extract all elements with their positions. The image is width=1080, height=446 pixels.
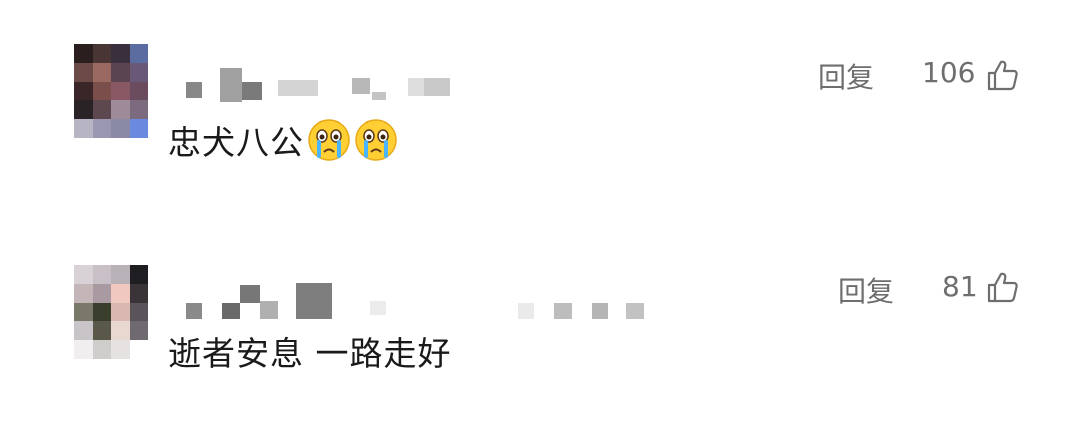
avatar[interactable]	[74, 44, 148, 138]
avatar[interactable]	[74, 265, 148, 359]
like-count: 106	[922, 56, 976, 89]
avatar-pixel	[129, 44, 148, 63]
avatar-pixel	[129, 100, 148, 120]
username-redacted[interactable]	[186, 279, 656, 319]
avatar-pixel	[111, 44, 130, 63]
comment-text: 逝者安息 一路走好	[168, 334, 452, 373]
crying-face-icon	[308, 119, 350, 161]
avatar-pixel	[129, 265, 148, 284]
avatar-pixel	[74, 119, 93, 138]
avatar-pixel	[92, 302, 111, 322]
reply-button[interactable]: 回复	[818, 56, 874, 96]
comment-content: 逝者安息 一路走好	[168, 327, 452, 375]
avatar-pixel	[92, 62, 111, 82]
avatar-pixel	[129, 119, 148, 138]
avatar-pixel	[74, 321, 93, 341]
avatar-pixel	[74, 302, 93, 322]
like-count: 81	[942, 270, 978, 303]
avatar-pixel	[111, 119, 130, 138]
avatar-pixel	[111, 321, 130, 341]
crying-face-icon	[355, 119, 397, 161]
avatar-pixel	[92, 81, 111, 101]
avatar-pixel	[111, 100, 130, 120]
avatar-pixel	[111, 340, 130, 359]
avatar-pixel	[129, 81, 148, 101]
avatar-pixel	[74, 340, 93, 359]
avatar-pixel	[129, 340, 148, 359]
avatar-pixel	[74, 44, 93, 63]
avatar-pixel	[92, 340, 111, 359]
avatar-pixel	[92, 283, 111, 303]
avatar-pixel	[111, 302, 130, 322]
comment-content: 忠犬八公	[168, 116, 398, 164]
avatar-pixel	[129, 321, 148, 341]
thumbs-up-icon[interactable]	[986, 58, 1020, 92]
avatar-pixel	[129, 283, 148, 303]
avatar-pixel	[74, 265, 93, 284]
avatar-pixel	[129, 62, 148, 82]
avatar-pixel	[74, 100, 93, 120]
avatar-pixel	[129, 302, 148, 322]
username-redacted[interactable]	[186, 58, 656, 102]
avatar-pixel	[92, 100, 111, 120]
comment-text: 忠犬八公	[168, 123, 304, 162]
avatar-pixel	[74, 81, 93, 101]
avatar-pixel	[92, 119, 111, 138]
avatar-pixel	[111, 265, 130, 284]
avatar-pixel	[111, 81, 130, 101]
thumbs-up-icon[interactable]	[986, 270, 1020, 304]
avatar-pixel	[74, 283, 93, 303]
avatar-pixel	[92, 265, 111, 284]
avatar-pixel	[111, 283, 130, 303]
reply-button[interactable]: 回复	[838, 270, 894, 310]
avatar-pixel	[74, 62, 93, 82]
avatar-pixel	[92, 44, 111, 63]
avatar-pixel	[92, 321, 111, 341]
avatar-pixel	[111, 62, 130, 82]
